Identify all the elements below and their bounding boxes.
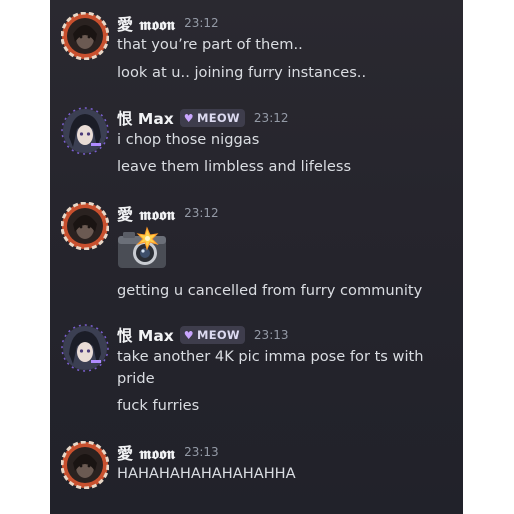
username[interactable]: 愛 𝖒𝖔𝖔𝖓: [117, 201, 175, 225]
message-text: i chop those niggas: [117, 131, 260, 148]
avatar[interactable]: [61, 324, 109, 372]
avatar[interactable]: [61, 441, 109, 489]
message-header: 愛 𝖒𝖔𝖔𝖓 23:13: [117, 441, 219, 463]
username[interactable]: 愛 𝖒𝖔𝖔𝖓: [117, 440, 175, 464]
timestamp: 23:12: [253, 111, 289, 125]
guild-tag-badge[interactable]: ♥ MEOW: [179, 326, 245, 344]
timestamp: 23:12: [184, 16, 219, 30]
username[interactable]: 恨 Max: [117, 324, 174, 346]
heart-icon: ♥: [183, 111, 194, 125]
guild-tag-badge[interactable]: ♥ MEOW: [179, 109, 245, 127]
camera-flash-emoji[interactable]: [117, 226, 169, 270]
username[interactable]: 愛 𝖒𝖔𝖔𝖓: [117, 11, 175, 35]
message-text: fuck furries: [117, 397, 200, 414]
message-text: HAHAHAHAHAHAHAHHA: [117, 465, 296, 482]
message-text: take another 4K pic imma pose for ts wit…: [117, 348, 424, 387]
heart-icon: ♥: [183, 328, 194, 342]
guild-tag-label: MEOW: [196, 328, 240, 342]
chat-window: 愛 𝖒𝖔𝖔𝖓 23:12 that you’re part of them.. …: [50, 0, 463, 514]
timestamp: 23:13: [253, 328, 289, 342]
message-text: getting u cancelled from furry community: [117, 282, 423, 299]
message-header: 恨 Max ♥ MEOW 23:12: [117, 107, 289, 129]
avatar[interactable]: [61, 12, 109, 60]
message-header: 愛 𝖒𝖔𝖔𝖓 23:12: [117, 202, 219, 224]
message-header: 恨 Max ♥ MEOW 23:13: [117, 324, 289, 346]
username[interactable]: 恨 Max: [117, 107, 174, 129]
message-text: leave them limbless and lifeless: [117, 158, 352, 175]
message-header: 愛 𝖒𝖔𝖔𝖓 23:12: [117, 12, 219, 34]
message-text: look at u.. joining furry instances..: [117, 64, 367, 81]
avatar[interactable]: [61, 107, 109, 155]
timestamp: 23:12: [184, 206, 219, 220]
timestamp: 23:13: [184, 445, 219, 459]
guild-tag-label: MEOW: [196, 111, 240, 125]
message-text: that you’re part of them..: [117, 36, 303, 53]
avatar[interactable]: [61, 202, 109, 250]
